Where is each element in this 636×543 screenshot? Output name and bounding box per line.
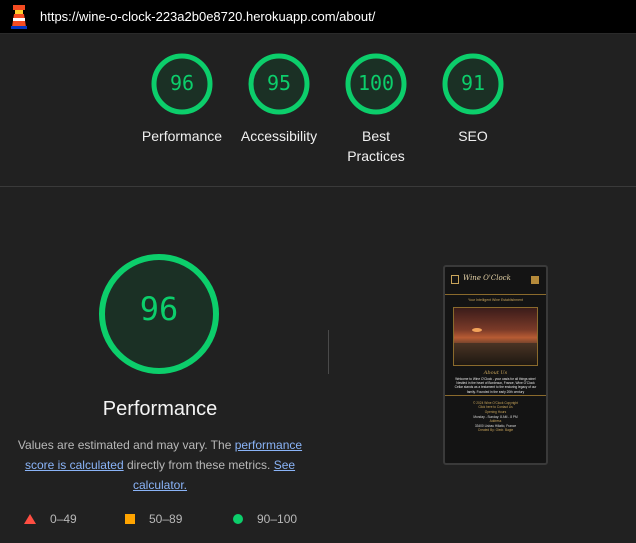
browser-bar: https://wine-o-clock-223a2b0e8720.heroku…: [0, 0, 636, 34]
legend-label: 0–49: [50, 512, 77, 526]
section-divider: [0, 186, 636, 187]
sun-shape: [472, 328, 482, 332]
final-screenshot-thumbnail[interactable]: Wine O'Clock Your Intelligent Wine Estab…: [443, 265, 548, 465]
legend-average: 50–89: [125, 512, 182, 526]
gauge-label: SEO: [458, 128, 488, 144]
gauge-label: Accessibility: [240, 128, 318, 144]
circle-icon: [233, 514, 243, 524]
hill-shape: [454, 343, 537, 365]
screenshot-credit: Created By: Giedr. Bagie: [477, 428, 514, 433]
gauge-accessibility[interactable]: 95 Accessibility: [229, 52, 329, 146]
category-gauges: 96 Performance 95 Accessibility 100 Best…: [0, 34, 636, 186]
gauge-label: Performance: [141, 128, 223, 144]
gauge-score: 96: [169, 71, 195, 95]
gauge-label: Best Practices: [347, 128, 405, 164]
screenshot-tagline: Your Intelligent Wine Establishment: [468, 298, 523, 302]
legend-pass: 90–100: [233, 512, 297, 526]
performance-description: Values are estimated and may vary. The p…: [10, 435, 310, 495]
menu-icon: [531, 276, 539, 284]
lighthouse-icon: [11, 5, 27, 29]
gauge-performance[interactable]: 96 Performance: [132, 52, 232, 146]
legend-label: 90–100: [257, 512, 298, 526]
url-text[interactable]: https://wine-o-clock-223a2b0e8720.heroku…: [40, 9, 375, 24]
square-icon: [125, 514, 135, 524]
gauge-seo[interactable]: 91 SEO: [423, 52, 523, 146]
desc-text: directly from these metrics.: [123, 458, 274, 472]
gauge-score: 91: [460, 71, 486, 95]
screenshot-brand: Wine O'Clock: [463, 274, 511, 282]
performance-title: Performance: [102, 398, 218, 420]
legend-fail: 0–49: [24, 512, 77, 526]
triangle-icon: [24, 514, 36, 524]
vineyard-image: [453, 307, 538, 366]
vertical-divider: [328, 330, 329, 374]
desc-text: Values are estimated and may vary. The: [17, 438, 235, 452]
score-legend: 0–49 50–89 90–100: [22, 512, 322, 530]
gauge-score: 100: [357, 71, 395, 95]
wine-logo-icon: [451, 275, 459, 284]
gauge-score: 95: [266, 71, 292, 95]
gauge-best-practices[interactable]: 100 Best Practices: [326, 52, 426, 166]
legend-label: 50–89: [149, 512, 183, 526]
screenshot-about-text: Welcome to Wine O'Clock - your oasis for…: [454, 377, 537, 394]
screenshot-header: Wine O'Clock: [445, 267, 546, 295]
performance-score: 96: [139, 290, 179, 328]
